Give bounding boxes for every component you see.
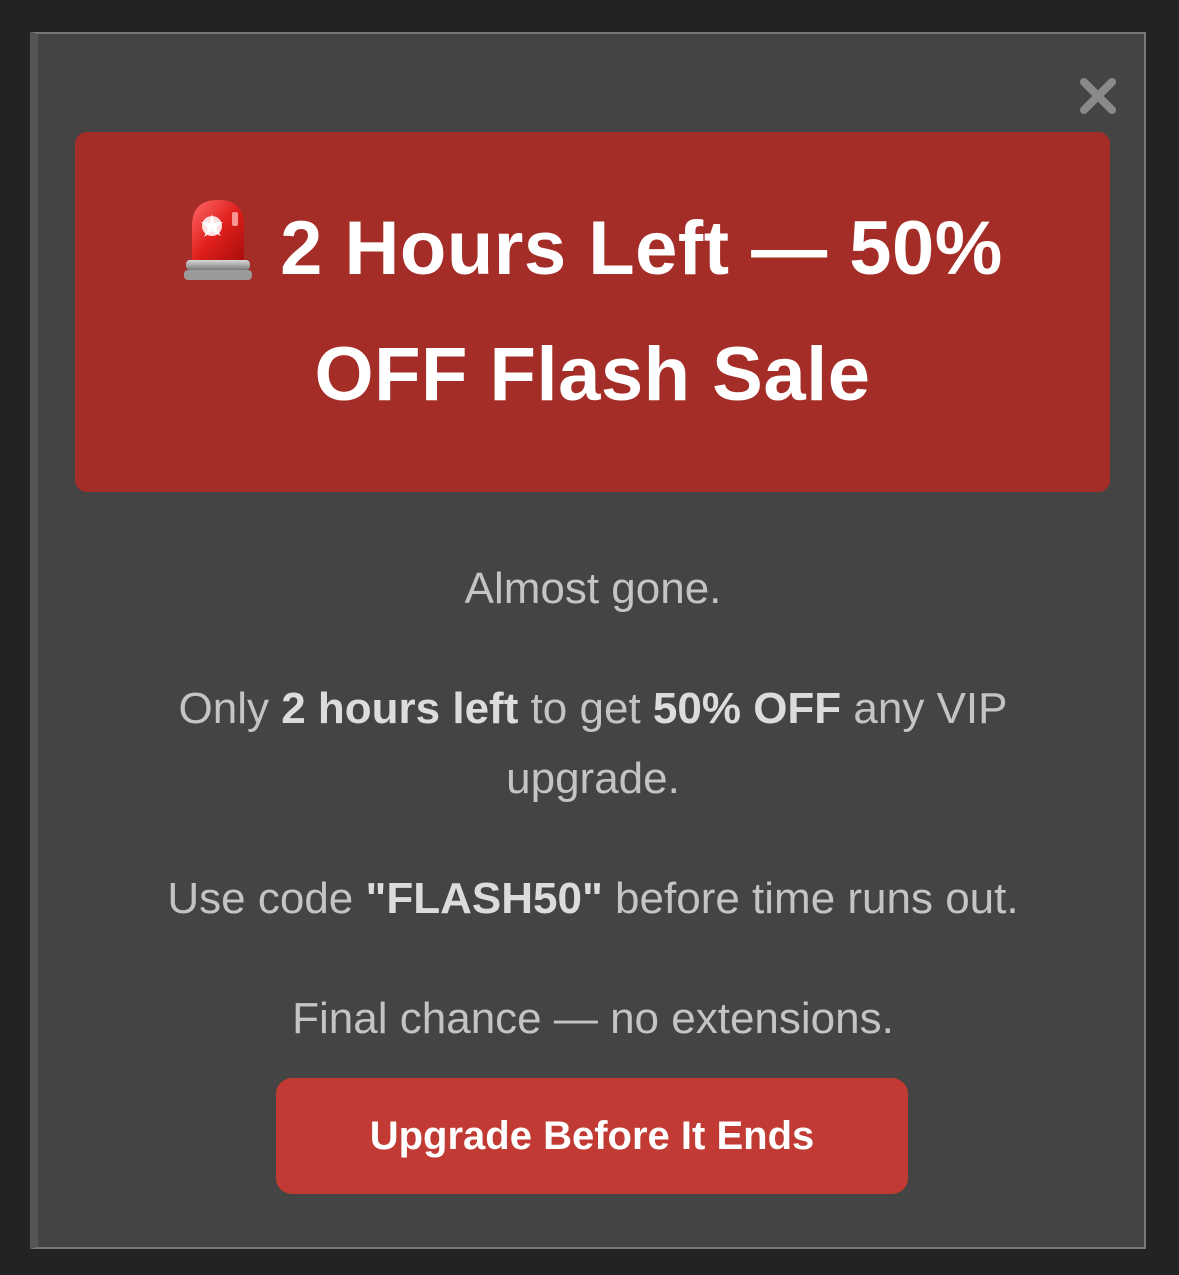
flash-sale-modal: 2 Hours Left — 50% OFF Flash Sale Almost…: [30, 32, 1146, 1249]
final-chance-text: Final chance — no extensions.: [292, 994, 894, 1043]
offer-details-text: Only 2 hours left to get 50% OFF any VIP…: [98, 674, 1088, 814]
promo-code-text: Use code "FLASH50" before time runs out.: [98, 864, 1088, 934]
close-icon[interactable]: [1076, 74, 1120, 118]
promo-code: "FLASH50": [365, 874, 603, 923]
almost-gone-text: Almost gone.: [464, 564, 722, 613]
sale-banner: 2 Hours Left — 50% OFF Flash Sale: [75, 132, 1110, 492]
time-left-highlight: 2 hours left: [281, 684, 519, 733]
discount-highlight: 50% OFF: [652, 684, 842, 733]
close-button[interactable]: [1076, 74, 1120, 118]
code-text-1: Use code: [167, 874, 366, 923]
code-text-2: before time runs out.: [602, 874, 1019, 923]
upgrade-button[interactable]: Upgrade Before It Ends: [276, 1078, 908, 1194]
offer-text-2: to get: [518, 684, 653, 733]
banner-title: 2 Hours Left — 50% OFF Flash Sale: [105, 186, 1080, 438]
siren-icon: [184, 200, 253, 280]
offer-text-1: Only: [178, 684, 282, 733]
banner-title-text: 2 Hours Left — 50% OFF Flash Sale: [280, 206, 1003, 417]
